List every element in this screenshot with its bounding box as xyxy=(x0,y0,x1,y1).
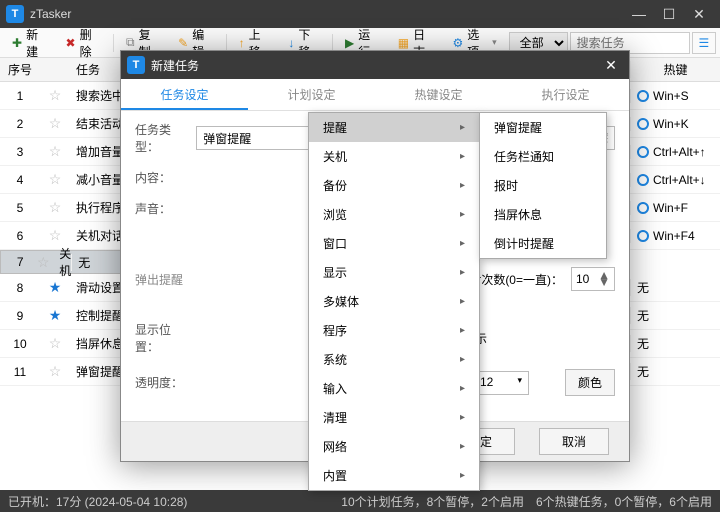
dropdown-item[interactable]: 系统▸ xyxy=(309,345,479,374)
font-size-select[interactable]: 12▾ xyxy=(473,371,529,395)
dropdown-item[interactable]: 网络▸ xyxy=(309,432,479,461)
row-hotkey: 无 xyxy=(630,335,720,352)
row-number: 11 xyxy=(0,365,40,379)
row-number: 4 xyxy=(0,173,40,187)
dropdown-item[interactable]: 显示▸ xyxy=(309,258,479,287)
label-type: 任务类型： xyxy=(135,121,188,155)
col-number: 序号 xyxy=(0,61,40,78)
row-number: 7 xyxy=(7,255,33,269)
star-icon[interactable]: ☆ xyxy=(40,143,70,160)
label-pos: 显示位置： xyxy=(135,321,191,355)
row-number: 6 xyxy=(0,229,40,243)
star-icon[interactable]: ☆ xyxy=(33,254,53,271)
star-icon[interactable]: ☆ xyxy=(40,171,70,188)
minimize-button[interactable]: — xyxy=(624,6,654,22)
row-number: 5 xyxy=(0,201,40,215)
star-icon[interactable]: ☆ xyxy=(40,363,70,380)
star-icon[interactable]: ★ xyxy=(40,307,70,324)
modal-title: 新建任务 xyxy=(151,57,599,74)
delay-spinner[interactable]: 10▲▼ xyxy=(571,267,615,291)
cancel-button[interactable]: 取消 xyxy=(539,428,609,455)
star-icon[interactable]: ☆ xyxy=(40,87,70,104)
status-right: 10个计划任务，8个暂停，2个启用 6个热键任务，0个暂停，6个启用 xyxy=(341,493,712,510)
star-icon[interactable]: ☆ xyxy=(40,335,70,352)
modal-tab[interactable]: 执行设定 xyxy=(502,79,629,110)
modal-tab[interactable]: 任务设定 xyxy=(121,79,248,110)
app-logo: T xyxy=(6,5,24,23)
dropdown-item[interactable]: 备份▸ xyxy=(309,171,479,200)
col-hotkey: 热键 xyxy=(630,61,720,78)
table-row[interactable]: 7 ☆ 关机 无 xyxy=(0,250,140,274)
submenu-item[interactable]: 报时 xyxy=(480,171,606,200)
delete-button[interactable]: ✖删除 xyxy=(58,23,110,63)
status-left: 已开机：17分 (2024-05-04 10:28) xyxy=(8,493,187,510)
submenu-item[interactable]: 任务栏通知 xyxy=(480,142,606,171)
submenu-item[interactable]: 倒计时提醒 xyxy=(480,229,606,258)
row-hotkey: Win+F xyxy=(630,201,720,215)
dropdown-item[interactable]: 内置▸ xyxy=(309,461,479,490)
submenu-item[interactable]: 弹窗提醒 xyxy=(480,113,606,142)
row-hotkey: Ctrl+Alt+↓ xyxy=(630,173,720,187)
dropdown-item[interactable]: 关机▸ xyxy=(309,142,479,171)
row-hotkey: Win+F4 xyxy=(630,229,720,243)
dropdown-item[interactable]: 清理▸ xyxy=(309,403,479,432)
label-content: 内容： xyxy=(135,169,191,186)
row-hotkey: 无 xyxy=(630,279,720,296)
new-button[interactable]: ✚新建 xyxy=(4,23,56,63)
row-number: 1 xyxy=(0,89,40,103)
star-icon[interactable]: ☆ xyxy=(40,115,70,132)
star-icon[interactable]: ☆ xyxy=(40,227,70,244)
close-button[interactable]: ✕ xyxy=(684,6,714,23)
star-icon[interactable]: ★ xyxy=(40,279,70,296)
row-number: 9 xyxy=(0,309,40,323)
app-title: zTasker xyxy=(30,7,624,21)
row-task: 关机 xyxy=(53,245,71,279)
row-number: 10 xyxy=(0,337,40,351)
type-submenu: 弹窗提醒任务栏通知报时挡屏休息倒计时提醒 xyxy=(479,112,607,259)
type-dropdown: 提醒▸关机▸备份▸浏览▸窗口▸显示▸多媒体▸程序▸系统▸输入▸清理▸网络▸内置▸ xyxy=(308,112,480,491)
dropdown-item[interactable]: 输入▸ xyxy=(309,374,479,403)
dropdown-item[interactable]: 提醒▸ xyxy=(309,113,479,142)
color-button[interactable]: 颜色 xyxy=(565,369,615,396)
row-hotkey: Ctrl+Alt+↑ xyxy=(630,145,720,159)
modal-tab[interactable]: 计划设定 xyxy=(248,79,375,110)
label-opacity: 透明度： xyxy=(135,374,191,391)
row-hotkey: Win+S xyxy=(630,89,720,103)
dropdown-item[interactable]: 浏览▸ xyxy=(309,200,479,229)
label-sound: 声音： xyxy=(135,200,191,217)
row-hotkey: 无 xyxy=(630,363,720,380)
modal-logo: T xyxy=(127,56,145,74)
list-menu-button[interactable]: ☰ xyxy=(692,32,716,54)
label-extra: 弹出提醒 xyxy=(135,271,207,288)
dropdown-item[interactable]: 程序▸ xyxy=(309,316,479,345)
row-number: 2 xyxy=(0,117,40,131)
star-icon[interactable]: ☆ xyxy=(40,199,70,216)
maximize-button[interactable]: ☐ xyxy=(654,6,684,23)
row-hotkey: 无 xyxy=(630,307,720,324)
modal-tab[interactable]: 热键设定 xyxy=(375,79,502,110)
dropdown-item[interactable]: 多媒体▸ xyxy=(309,287,479,316)
submenu-item[interactable]: 挡屏休息 xyxy=(480,200,606,229)
modal-close-button[interactable]: ✕ xyxy=(599,57,623,74)
row-number: 3 xyxy=(0,145,40,159)
dropdown-item[interactable]: 窗口▸ xyxy=(309,229,479,258)
row-hotkey: Win+K xyxy=(630,117,720,131)
row-number: 8 xyxy=(0,281,40,295)
